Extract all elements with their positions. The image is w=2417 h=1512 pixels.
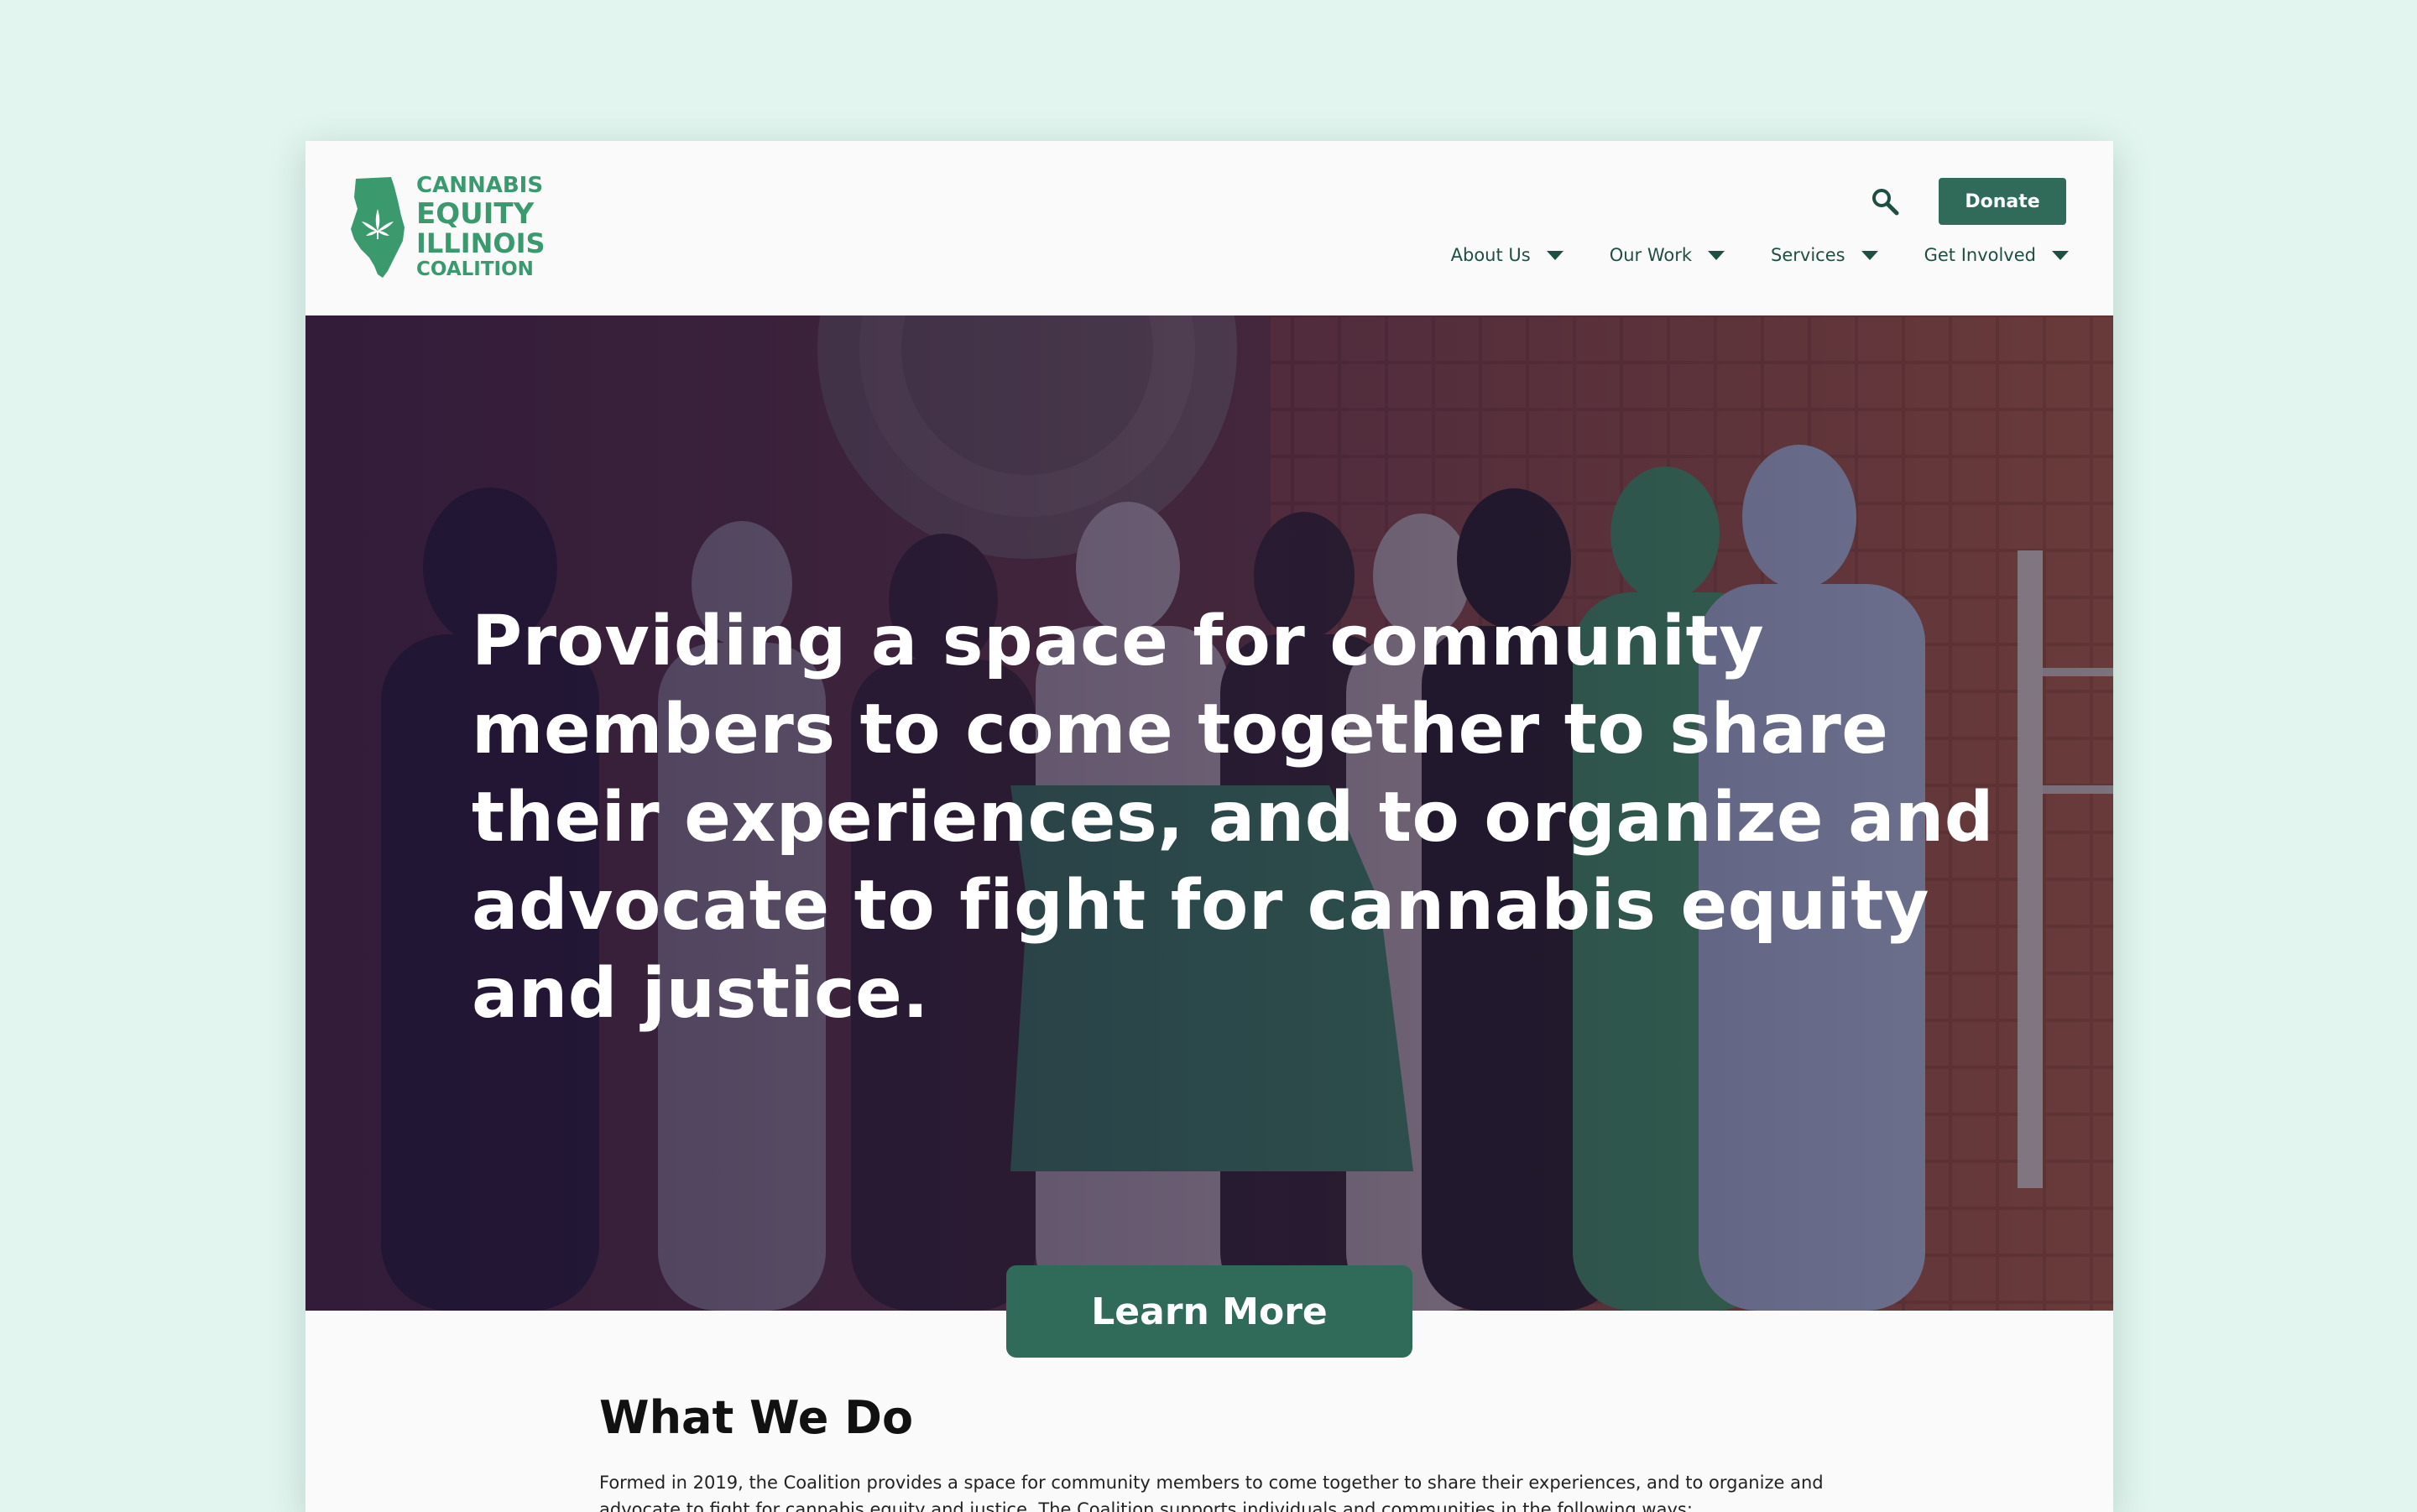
logo-line: EQUITY xyxy=(416,197,535,231)
section-heading: What We Do xyxy=(599,1391,914,1444)
website-frame: CANNABIS EQUITY ILLINOIS COALITION Donat… xyxy=(305,141,2113,1512)
logo-wordmark: CANNABIS EQUITY ILLINOIS COALITION xyxy=(416,175,546,279)
main-nav: About Us Our Work Services Get Involved xyxy=(1451,245,2070,265)
nav-item-about-us[interactable]: About Us xyxy=(1451,245,1564,265)
logo-line: COALITION xyxy=(416,258,534,280)
nav-item-label: About Us xyxy=(1450,245,1531,265)
chevron-down-icon xyxy=(1707,248,1725,262)
nav-item-get-involved[interactable]: Get Involved xyxy=(1924,245,2070,265)
search-button[interactable] xyxy=(1868,185,1902,218)
learn-more-button[interactable]: Learn More xyxy=(1006,1265,1412,1358)
donate-button[interactable]: Donate xyxy=(1939,178,2066,225)
section-body: Formed in 2019, the Coalition provides a… xyxy=(599,1473,1824,1512)
chevron-down-icon xyxy=(1546,248,1564,262)
chevron-down-icon xyxy=(1861,248,1879,262)
what-we-do-section: What We Do Formed in 2019, the Coalition… xyxy=(599,1391,1841,1512)
nav-item-services[interactable]: Services xyxy=(1771,245,1879,265)
site-header: CANNABIS EQUITY ILLINOIS COALITION Donat… xyxy=(305,141,2113,315)
hero-headline: Providing a space for community members … xyxy=(472,602,1994,1034)
nav-item-our-work[interactable]: Our Work xyxy=(1610,245,1725,265)
search-icon xyxy=(1872,189,1899,216)
illinois-leaf-logo-icon xyxy=(351,176,405,278)
nav-item-label: Our Work xyxy=(1609,245,1693,265)
chevron-down-icon xyxy=(2051,248,2070,262)
logo-line: CANNABIS xyxy=(416,173,544,198)
site-logo[interactable]: CANNABIS EQUITY ILLINOIS COALITION xyxy=(349,175,546,279)
logo-line: ILLINOIS xyxy=(416,227,546,259)
hero-section: Providing a space for community members … xyxy=(305,315,2113,1311)
nav-item-label: Services xyxy=(1771,245,1845,265)
nav-item-label: Get Involved xyxy=(1924,245,2036,265)
